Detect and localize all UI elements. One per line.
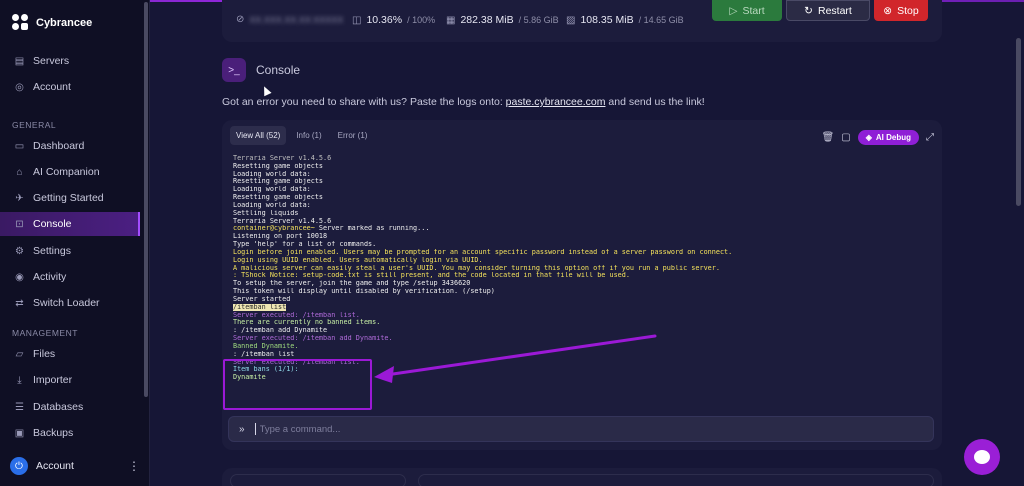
console-log-line: Terraria Server v1.4.5.6 — [233, 155, 332, 162]
command-input[interactable] — [254, 423, 933, 435]
sidebar-item-activity[interactable]: ◉ Activity — [0, 265, 140, 289]
console-header: >_ Console — [222, 58, 300, 82]
refresh-icon: ↻ — [804, 4, 813, 17]
console-log-line: A malicious server can easily steal a us… — [233, 264, 720, 272]
rocket-icon: ✈ — [15, 192, 24, 204]
terminal-icon: >_ — [222, 58, 246, 82]
sidebar-scrollbar[interactable] — [144, 2, 148, 397]
annotation-arrow — [374, 334, 657, 383]
disk-icon: ▨ — [566, 14, 576, 26]
console-toolbar: 🗑 ▢ ◈ AI Debug ⤢ — [822, 130, 934, 145]
trash-icon[interactable]: 🗑 — [822, 132, 835, 143]
ai-debug-button[interactable]: ◈ AI Debug — [857, 130, 919, 145]
stat-disk: ▨ 108.35 MiB / 14.65 GiB — [566, 14, 684, 26]
account-icon: ◎ — [15, 81, 24, 93]
console-log-line: Loading world data: — [233, 201, 311, 209]
robot-icon: ◈ — [865, 133, 872, 142]
console-log-line: : TShock Notice: setup-code.txt is still… — [233, 272, 630, 280]
tab-error[interactable]: Error (1) — [332, 126, 374, 145]
console-log-line: This token will display until disabled b… — [233, 288, 495, 296]
console-log-line: Login before join enabled. Users may be … — [233, 248, 733, 256]
brand[interactable]: Cybrancee — [12, 14, 92, 32]
download-icon: ⤓ — [17, 374, 22, 386]
sidebar-item-switch-loader[interactable]: ⇄ Switch Loader — [0, 291, 140, 315]
sidebar-item-files[interactable]: ▱ Files — [0, 342, 140, 366]
sidebar-item-ai-companion[interactable]: ⌂ AI Companion — [0, 160, 140, 184]
sidebar-item-servers[interactable]: ▤ Servers — [0, 49, 140, 73]
sidebar-item-backups[interactable]: ▣ Backups — [0, 421, 140, 445]
console-log-line: Loading world data: — [233, 186, 311, 194]
sidebar-item-settings[interactable]: ⚙ Settings — [0, 239, 140, 263]
tab-info[interactable]: Info (1) — [290, 126, 327, 145]
ai-icon: ⌂ — [16, 166, 23, 178]
prompt-chevron-icon: » — [239, 423, 245, 435]
more-options-icon[interactable]: ⋮ — [128, 459, 140, 473]
restart-button[interactable]: ↻ Restart — [786, 0, 870, 21]
eye-icon: ◉ — [15, 271, 24, 283]
sidebar-item-dashboard[interactable]: ▭ Dashboard — [0, 134, 140, 158]
console-log-line: Type 'help' for a list of commands. — [233, 241, 377, 249]
sidebar-account[interactable]: ⏻ Account ⋮ — [10, 456, 140, 476]
console-log-line: container@cybrancee~ Server marked as ru… — [233, 225, 430, 233]
globe-icon: ⊘ — [236, 14, 245, 25]
page-title: Console — [256, 63, 301, 77]
stop-icon: ⊗ — [883, 4, 893, 17]
console-log-line: Listening on port 10018 — [233, 233, 328, 241]
console-log-line: There are currently no banned items. — [233, 319, 381, 327]
console-log-line: Settling liquids — [233, 209, 299, 217]
stat-memory: ▦ 282.38 MiB / 5.86 GiB — [446, 14, 559, 26]
section-management: MANAGEMENT — [12, 328, 78, 338]
command-input-bar: » — [228, 416, 934, 442]
servers-icon: ▤ — [14, 55, 25, 67]
console-log-line: Resetting game objects — [233, 162, 324, 170]
paste-link[interactable]: paste.cybrancee.com — [506, 96, 606, 108]
sidebar-item-databases[interactable]: ☰ Databases — [0, 395, 140, 419]
archive-icon: ▣ — [14, 427, 25, 439]
sidebar-item-account[interactable]: ◎ Account — [0, 75, 140, 99]
account-label: Account — [36, 460, 74, 472]
stat-cpu: ◫ 10.36% / 100% — [352, 14, 436, 26]
console-log-line: Resetting game objects — [233, 194, 324, 202]
sidebar-item-console[interactable]: ⊡ Console — [0, 212, 140, 236]
stat-address: ⊘ XX.XXX.XX.XX:XXXXX — [236, 14, 344, 25]
brand-name: Cybrancee — [36, 17, 93, 29]
section-general: GENERAL — [12, 120, 57, 130]
power-icon: ⏻ — [10, 457, 28, 475]
console-log-line: Terraria Server v1.4.5.6 — [233, 217, 332, 225]
sidebar: Cybrancee ▤ Servers ◎ Account GENERAL ▭ … — [0, 0, 150, 486]
expand-icon[interactable]: ⤢ — [926, 132, 934, 143]
switch-icon: ⇄ — [15, 297, 24, 309]
console-log-line: Server started — [233, 295, 291, 303]
console-log-line: Loading world data: — [233, 170, 311, 178]
annotation-highlight-box — [223, 359, 372, 410]
console-log-line: Resetting game objects — [233, 178, 324, 186]
dashboard-icon: ▭ — [14, 140, 25, 152]
tab-view-all[interactable]: View All (52) — [230, 126, 287, 145]
help-text: Got an error you need to share with us? … — [222, 96, 705, 108]
chat-icon — [974, 450, 990, 464]
cybrancee-logo-icon — [12, 14, 30, 32]
console-log-line: To setup the server, join the game and t… — [233, 280, 471, 288]
folder-icon: ▱ — [15, 348, 24, 360]
terminal-icon: ⊡ — [15, 218, 24, 230]
console-log-line: Server executed: /itemban list. — [233, 311, 360, 319]
memory-icon: ▦ — [446, 14, 456, 26]
database-icon: ☰ — [15, 401, 24, 413]
clipboard-icon[interactable]: ▢ — [841, 132, 850, 143]
sidebar-item-importer[interactable]: ⤓ Importer — [0, 368, 140, 392]
page-scrollbar[interactable] — [1016, 38, 1021, 206]
start-button[interactable]: ▷ Start — [712, 0, 782, 21]
chat-support-button[interactable] — [964, 439, 1000, 475]
console-tabs: View All (52) Info (1) Error (1) — [230, 126, 373, 145]
console-log-line: Login using UUID enabled. Users automati… — [233, 256, 483, 264]
console-log-line: /itemban list — [233, 303, 287, 311]
play-icon: ▷ — [729, 4, 738, 17]
mouse-cursor-icon — [260, 84, 272, 97]
stop-button[interactable]: ⊗ Stop — [874, 0, 928, 21]
gear-icon: ⚙ — [15, 245, 24, 257]
sidebar-item-getting-started[interactable]: ✈ Getting Started — [0, 186, 140, 210]
cpu-icon: ◫ — [352, 14, 362, 26]
bottom-card — [222, 468, 942, 486]
